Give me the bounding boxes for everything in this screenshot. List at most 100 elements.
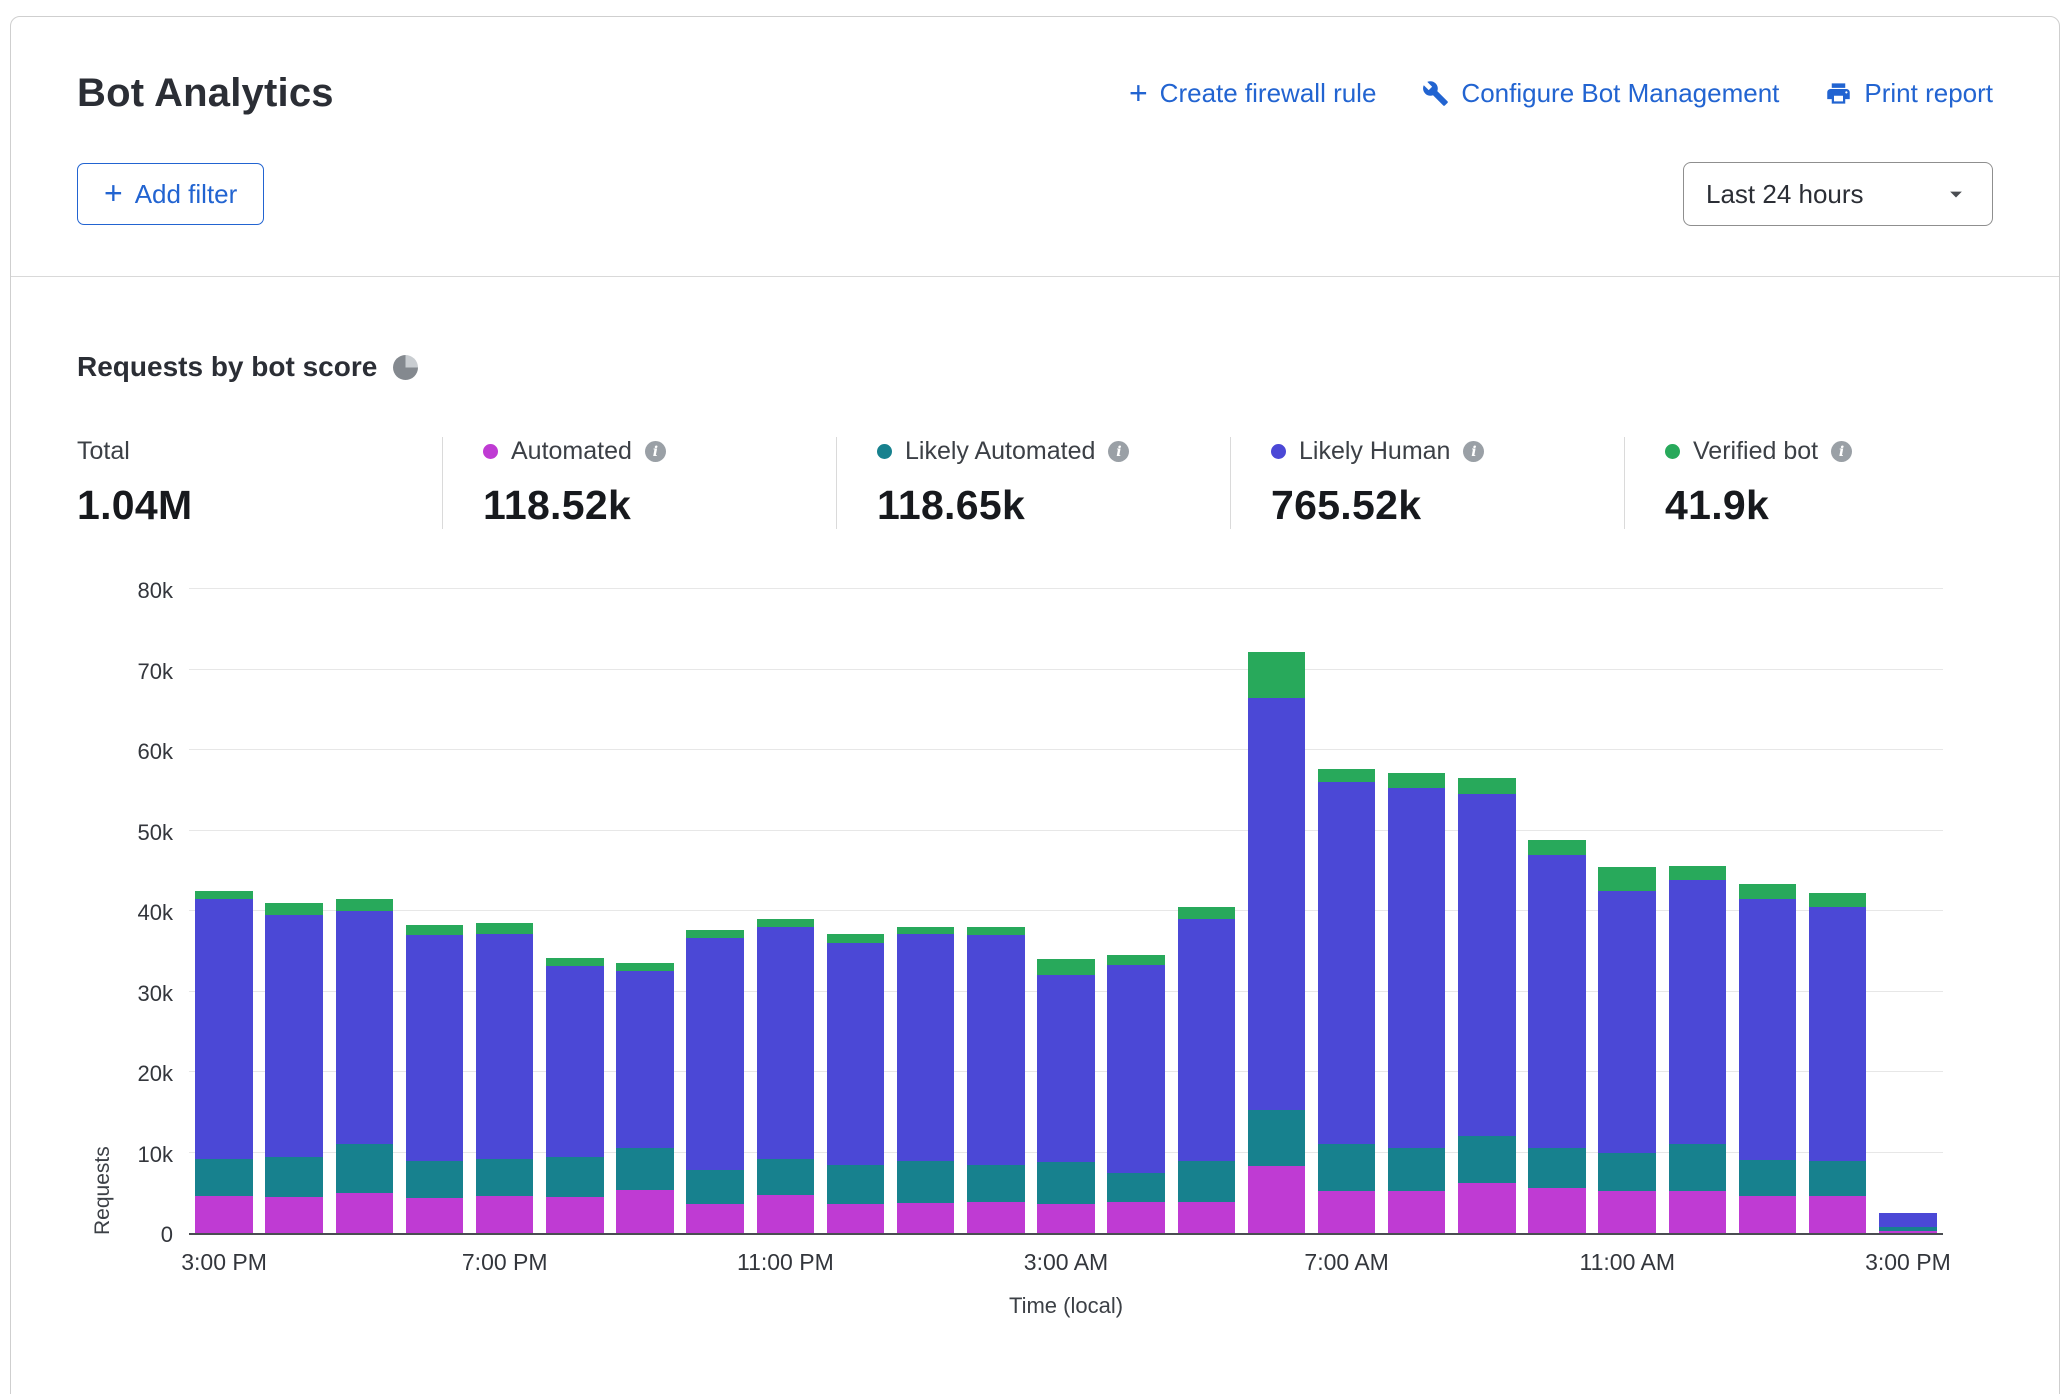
bar-segment-verified-bot	[1809, 893, 1867, 907]
stacked-bar	[967, 927, 1025, 1233]
bar-segment-likely-human	[265, 915, 323, 1157]
stat-likely-automated: Likely Automatedi118.65k	[836, 437, 1230, 529]
bar-segment-verified-bot	[1598, 867, 1656, 891]
bar-segment-automated	[827, 1204, 885, 1233]
stat-verified-bot: Verified boti41.9k	[1624, 437, 1993, 529]
bar-segment-likely-automated	[1809, 1161, 1867, 1196]
configure-bot-management-link[interactable]: Configure Bot Management	[1422, 78, 1779, 109]
add-filter-button[interactable]: + Add filter	[77, 163, 264, 225]
time-range-select[interactable]: Last 24 hours	[1683, 162, 1993, 226]
bar-segment-automated	[1669, 1191, 1727, 1233]
bar-segment-automated	[1037, 1204, 1095, 1233]
bar-segment-likely-human	[1879, 1213, 1937, 1227]
y-tick-label: 0	[161, 1222, 173, 1248]
stacked-bar	[757, 919, 815, 1233]
bar-segment-likely-automated	[1318, 1144, 1376, 1191]
x-tick-label: 11:00 AM	[1580, 1249, 1675, 1276]
plus-icon: +	[1129, 77, 1148, 109]
x-tick-label: 7:00 AM	[1304, 1249, 1388, 1276]
bar-20[interactable]	[1592, 591, 1662, 1233]
bar-segment-verified-bot	[1528, 840, 1586, 854]
bar-2[interactable]	[329, 591, 399, 1233]
bar-5[interactable]	[540, 591, 610, 1233]
bar-8[interactable]	[750, 591, 820, 1233]
requests-chart: Requests 010k20k30k40k50k60k70k80k 3:00 …	[77, 591, 1993, 1333]
analytics-card: Bot Analytics + Create firewall rule Con…	[10, 16, 2060, 1394]
bar-segment-verified-bot	[1248, 652, 1306, 698]
bar-segment-likely-automated	[1248, 1110, 1306, 1166]
info-icon[interactable]: i	[645, 441, 666, 462]
stacked-bar	[1318, 769, 1376, 1233]
info-icon[interactable]: i	[1831, 441, 1852, 462]
bar-segment-verified-bot	[476, 923, 534, 933]
stacked-bar	[1669, 866, 1727, 1233]
bar-11[interactable]	[961, 591, 1031, 1233]
stats-row: Total 1.04M Automatedi118.52kLikely Auto…	[77, 437, 1993, 529]
bar-21[interactable]	[1662, 591, 1732, 1233]
bar-segment-verified-bot	[1739, 884, 1797, 898]
bar-3[interactable]	[399, 591, 469, 1233]
bar-23[interactable]	[1803, 591, 1873, 1233]
bar-0[interactable]	[189, 591, 259, 1233]
legend-dot	[483, 444, 498, 459]
stacked-bar	[1598, 867, 1656, 1233]
bar-10[interactable]	[891, 591, 961, 1233]
bar-15[interactable]	[1241, 591, 1311, 1233]
bar-22[interactable]	[1732, 591, 1802, 1233]
bar-4[interactable]	[470, 591, 540, 1233]
bar-16[interactable]	[1312, 591, 1382, 1233]
bar-segment-automated	[546, 1197, 604, 1233]
bar-18[interactable]	[1452, 591, 1522, 1233]
stat-label: Likely Automated	[905, 437, 1095, 466]
bar-segment-verified-bot	[406, 925, 464, 935]
bar-17[interactable]	[1382, 591, 1452, 1233]
stacked-bar	[195, 891, 253, 1233]
stacked-bar	[686, 930, 744, 1233]
stat-value: 118.52k	[483, 482, 836, 529]
x-axis-title: Time (local)	[189, 1293, 1943, 1319]
x-axis-labels: 3:00 PM7:00 PM11:00 PM3:00 AM7:00 AM11:0…	[189, 1249, 1943, 1279]
stat-value: 765.52k	[1271, 482, 1624, 529]
info-icon[interactable]: i	[1108, 441, 1129, 462]
x-tick-label: 3:00 PM	[181, 1249, 267, 1276]
bar-7[interactable]	[680, 591, 750, 1233]
bar-24[interactable]	[1873, 591, 1943, 1233]
stacked-bar	[265, 903, 323, 1233]
print-report-link[interactable]: Print report	[1825, 78, 1993, 109]
create-firewall-rule-label: Create firewall rule	[1160, 78, 1377, 109]
print-report-label: Print report	[1864, 78, 1993, 109]
x-tick-label: 11:00 PM	[737, 1249, 834, 1276]
y-tick-label: 30k	[138, 981, 173, 1007]
info-icon[interactable]: i	[1463, 441, 1484, 462]
bar-segment-automated	[1879, 1231, 1937, 1233]
bar-12[interactable]	[1031, 591, 1101, 1233]
plus-icon: +	[104, 177, 123, 209]
bar-13[interactable]	[1101, 591, 1171, 1233]
bar-segment-automated	[1809, 1196, 1867, 1233]
header-row: Bot Analytics + Create firewall rule Con…	[77, 71, 1993, 116]
bar-segment-automated	[1528, 1188, 1586, 1233]
bar-segment-automated	[967, 1202, 1025, 1233]
stat-label: Likely Human	[1299, 437, 1450, 466]
bar-segment-likely-automated	[616, 1148, 674, 1189]
bar-segment-likely-human	[336, 911, 394, 1144]
bar-14[interactable]	[1171, 591, 1241, 1233]
create-firewall-rule-link[interactable]: + Create firewall rule	[1129, 78, 1376, 110]
stacked-bar	[1178, 907, 1236, 1233]
section-title: Requests by bot score	[77, 351, 377, 383]
bar-segment-automated	[336, 1193, 394, 1233]
stacked-bar	[616, 963, 674, 1233]
bar-1[interactable]	[259, 591, 329, 1233]
bar-segment-likely-automated	[1388, 1148, 1446, 1191]
bar-segment-automated	[1739, 1196, 1797, 1233]
bar-segment-likely-human	[546, 966, 604, 1157]
bar-9[interactable]	[820, 591, 890, 1233]
bar-segment-likely-automated	[336, 1144, 394, 1192]
stacked-bar	[897, 927, 955, 1233]
filter-row: + Add filter Last 24 hours	[77, 162, 1993, 226]
bar-19[interactable]	[1522, 591, 1592, 1233]
bar-segment-likely-human	[1248, 698, 1306, 1110]
bar-6[interactable]	[610, 591, 680, 1233]
bar-segment-likely-automated	[1739, 1160, 1797, 1196]
bar-segment-likely-human	[476, 934, 534, 1159]
